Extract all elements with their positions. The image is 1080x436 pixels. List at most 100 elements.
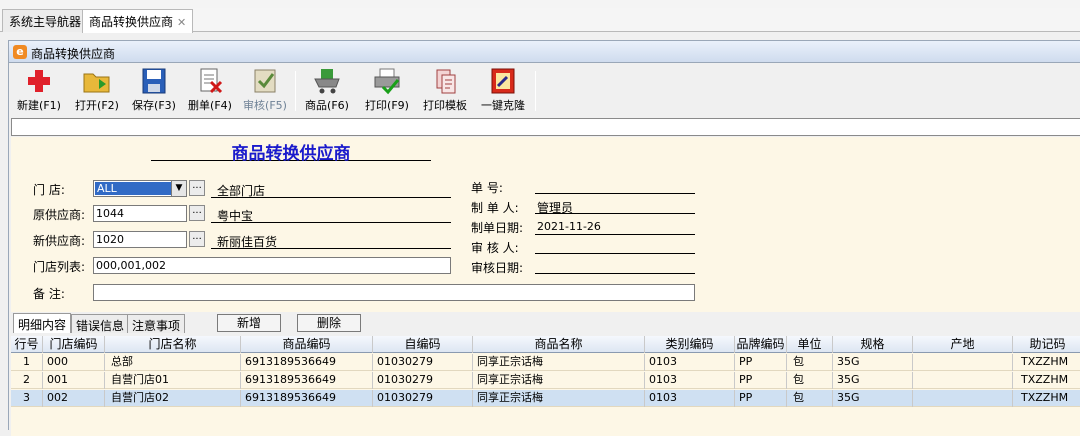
store-list-input[interactable]: 000,001,002 [93, 257, 451, 274]
spec-cell: 35G [833, 390, 913, 407]
close-icon[interactable]: ✕ [177, 16, 186, 29]
mnemonic-cell: TXZZHM [1013, 372, 1080, 389]
new-supplier-lookup-button[interactable]: ... [189, 231, 205, 247]
underline [211, 197, 451, 198]
menu-bar [0, 0, 1080, 8]
goods-button[interactable]: 商品(F6) [301, 67, 353, 113]
column-header[interactable]: 规格 [833, 336, 913, 353]
origin-cell [913, 372, 1013, 389]
row-number: 2 [11, 372, 43, 389]
open-folder-icon [83, 73, 110, 93]
audit-button[interactable]: 审核(F5) [239, 67, 291, 113]
row-number: 3 [11, 390, 43, 407]
store-code-cell: 002 [43, 390, 105, 407]
column-header[interactable]: 单位 [787, 336, 833, 353]
store-name-cell: 总部 [105, 354, 241, 371]
underline [535, 253, 695, 254]
window-titlebar: e 商品转换供应商 [9, 41, 1080, 63]
print-button[interactable]: 打印(F9) [361, 67, 413, 113]
one-click-clone-button[interactable]: 一键克隆 [475, 67, 531, 113]
print-template-button[interactable]: 打印模板 [419, 67, 471, 113]
column-header[interactable]: 门店名称 [105, 336, 241, 353]
self-code-cell: 01030279 [373, 372, 473, 389]
origin-cell [913, 354, 1013, 371]
column-header[interactable]: 助记码 [1013, 336, 1080, 353]
unit-cell: 包 [787, 372, 833, 389]
tab-detail-content[interactable]: 明细内容 [13, 313, 72, 333]
category-code-cell: 0103 [645, 390, 735, 407]
tab-goods-supplier-change[interactable]: 商品转换供应商 ✕ [82, 9, 194, 33]
window-title: 商品转换供应商 [31, 47, 116, 61]
self-code-cell: 01030279 [373, 390, 473, 407]
tab-error-info[interactable]: 错误信息 [71, 314, 130, 333]
audit-check-icon [254, 69, 276, 93]
column-header[interactable]: 产地 [913, 336, 1013, 353]
doc-number-label: 单 号: [471, 181, 503, 195]
store-select-value: ALL [95, 182, 171, 195]
category-code-cell: 0103 [645, 372, 735, 389]
store-code-cell: 001 [43, 372, 105, 389]
new-supplier-input[interactable]: 1020 [93, 231, 187, 248]
button-label: 审核(F5) [243, 99, 287, 112]
column-header[interactable]: 品牌编码 [735, 336, 787, 353]
store-name-cell: 自营门店01 [105, 372, 241, 389]
brand-code-cell: PP [735, 354, 787, 371]
underline [535, 193, 695, 194]
toolbar-separator [535, 71, 536, 111]
button-label: 一键克隆 [481, 99, 525, 112]
tab-notes[interactable]: 注意事项 [127, 314, 186, 333]
column-header[interactable]: 自编码 [373, 336, 473, 353]
original-supplier-input[interactable]: 1044 [93, 205, 187, 222]
button-label: 删单(F4) [188, 99, 232, 112]
store-lookup-button[interactable]: ... [189, 180, 205, 196]
goods-name-cell: 同享正宗话梅 [473, 354, 645, 371]
mnemonic-cell: TXZZHM [1013, 354, 1080, 371]
detail-grid: 行号 门店编码 门店名称 商品编码 自编码 商品名称 类别编码 品牌编码 单位 … [11, 336, 1080, 436]
store-select[interactable]: ALL ▼ [93, 180, 187, 197]
column-header[interactable]: 门店编码 [43, 336, 105, 353]
add-row-button[interactable]: 新增 [217, 314, 281, 332]
remark-label: 备 注: [33, 287, 65, 301]
brand-code-cell: PP [735, 390, 787, 407]
spec-cell: 35G [833, 372, 913, 389]
column-header[interactable]: 商品名称 [473, 336, 645, 353]
document-window: e 商品转换供应商 新建(F1) 打开(F2) 保存(F3) 删单(F4) 审核… [8, 40, 1080, 436]
button-label: 打印(F9) [365, 99, 409, 112]
store-list-label: 门店列表: [33, 260, 86, 274]
original-supplier-lookup-button[interactable]: ... [189, 205, 205, 221]
goods-name-cell: 同享正宗话梅 [473, 372, 645, 389]
tab-label: 系统主导航器 [9, 15, 82, 29]
button-label: 打开(F2) [75, 99, 119, 112]
detail-tab-strip: 明细内容 错误信息 注意事项 新增 删除 [11, 313, 1080, 333]
delete-document-button[interactable]: 删单(F4) [183, 67, 237, 113]
unit-cell: 包 [787, 390, 833, 407]
tab-label: 错误信息 [76, 319, 125, 333]
audit-date-label: 审核日期: [471, 261, 524, 275]
delete-row-button[interactable]: 删除 [297, 314, 361, 332]
button-label: 保存(F3) [132, 99, 176, 112]
new-plus-icon [28, 70, 50, 92]
table-row-selected[interactable]: 3 002 自营门店02 6913189536649 01030279 同享正宗… [11, 390, 1080, 407]
save-disk-icon [142, 68, 166, 94]
goods-code-cell: 6913189536649 [241, 390, 373, 407]
document-tab-strip: 系统主导航器 商品转换供应商 ✕ [0, 8, 1080, 33]
new-supplier-label: 新供应商: [33, 234, 86, 248]
underline [211, 222, 451, 223]
toolbar: 新建(F1) 打开(F2) 保存(F3) 删单(F4) 审核(F5) 商品(F6… [9, 63, 1080, 115]
underline [535, 273, 695, 274]
chevron-down-icon[interactable]: ▼ [171, 181, 186, 196]
column-header[interactable]: 类别编码 [645, 336, 735, 353]
open-button[interactable]: 打开(F2) [69, 67, 125, 113]
original-supplier-label: 原供应商: [33, 208, 86, 222]
tab-system-navigator[interactable]: 系统主导航器 [2, 9, 89, 32]
save-button[interactable]: 保存(F3) [127, 67, 181, 113]
column-header[interactable]: 行号 [11, 336, 43, 353]
table-row[interactable]: 1 000 总部 6913189536649 01030279 同享正宗话梅 0… [11, 354, 1080, 371]
clone-icon [491, 68, 515, 94]
new-button[interactable]: 新建(F1) [13, 67, 65, 113]
tab-label: 明细内容 [18, 318, 67, 332]
table-row[interactable]: 2 001 自营门店01 6913189536649 01030279 同享正宗… [11, 372, 1080, 389]
remark-input[interactable] [93, 284, 695, 301]
column-header[interactable]: 商品编码 [241, 336, 373, 353]
app-logo-icon: e [13, 45, 27, 59]
